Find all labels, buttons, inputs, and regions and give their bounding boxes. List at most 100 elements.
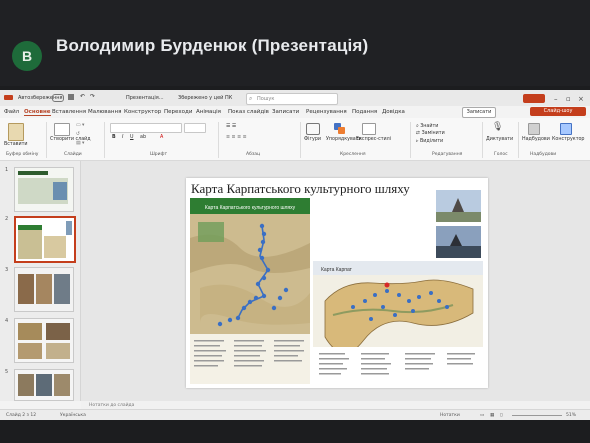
designer-label[interactable]: Конструктор <box>552 137 584 142</box>
group-voice: Голос <box>494 152 508 157</box>
tab-slideshow[interactable]: Показ слайдів <box>228 109 269 115</box>
slide-thumbnail-4[interactable] <box>14 318 74 363</box>
tab-home[interactable]: Основне <box>24 109 51 116</box>
ribbon-tabs: Файл Основне Вставлення Малювання Констр… <box>0 106 590 118</box>
notes-placeholder: Нотатки до слайда <box>89 403 135 408</box>
font-name-select[interactable] <box>110 123 182 133</box>
group-font: Шрифт <box>150 152 168 157</box>
addins-icon[interactable] <box>528 123 540 135</box>
tab-animations[interactable]: Анімація <box>196 109 221 115</box>
status-bar: Слайд 2 з 12 Українська Нотатки ▭ ▦ ▯ 51… <box>0 409 590 420</box>
notes-pane[interactable]: Нотатки до слайда <box>81 401 590 409</box>
file-name: Презентація... <box>126 95 164 101</box>
photo-collage[interactable] <box>436 190 481 258</box>
redo-icon[interactable]: ↷ <box>90 93 95 100</box>
right-regional-map[interactable]: Карта Карпат <box>313 261 483 384</box>
tab-draw[interactable]: Малювання <box>88 109 121 115</box>
reset-button[interactable]: ↺ <box>76 132 80 137</box>
zoom-level[interactable]: 51% <box>566 413 576 418</box>
select-button[interactable]: ▹ Виділити <box>416 139 443 144</box>
quick-styles-label[interactable]: Експрес-стилі <box>356 137 391 142</box>
thumbnail-preview <box>16 218 74 261</box>
new-slide-icon[interactable] <box>54 123 70 136</box>
autosave-toggle[interactable] <box>52 94 64 102</box>
maximize-icon[interactable]: ▫ <box>566 95 571 103</box>
left-map-header: Карта Карпатського культурного шляху <box>205 205 296 211</box>
thumb-number: 1 <box>5 167 9 173</box>
slide-thumbnail-2-selected[interactable] <box>14 216 76 263</box>
tab-help[interactable]: Довідка <box>382 109 405 115</box>
notes-toggle[interactable]: Нотатки <box>440 413 460 418</box>
slide-title[interactable]: Карта Карпатського культурного шляху <box>191 181 410 197</box>
search-input[interactable]: ⌕ Пошук <box>246 93 338 105</box>
addins-label[interactable]: Надбудови <box>522 137 550 142</box>
section-dropdown[interactable]: ▤ ▾ <box>76 141 84 146</box>
tab-review[interactable]: Рецензування <box>306 109 347 115</box>
strikethrough-button[interactable]: ab <box>140 135 146 140</box>
right-map-header: Карта Карпат <box>321 267 353 273</box>
thumb-number: 3 <box>5 267 9 273</box>
paste-label[interactable]: Вставити <box>4 142 28 147</box>
minimize-icon[interactable]: – <box>554 95 558 103</box>
shapes-label[interactable]: Фігури <box>304 137 321 142</box>
search-placeholder: Пошук <box>257 96 275 102</box>
slide-thumbnail-5[interactable] <box>14 369 74 401</box>
language-indicator[interactable]: Українська <box>60 413 86 418</box>
close-icon[interactable]: × <box>578 95 584 103</box>
saved-state[interactable]: Збережено у цей ПК <box>178 95 232 101</box>
app-icon <box>4 95 13 100</box>
slide-counter: Слайд 2 з 12 <box>6 413 37 418</box>
tab-record[interactable]: Записати <box>272 109 299 115</box>
zoom-slider[interactable] <box>512 415 562 416</box>
bullets-button[interactable]: ☰ ☰ <box>226 124 236 129</box>
search-icon: ⌕ <box>249 95 253 102</box>
ribbon-divider <box>104 122 105 158</box>
font-color-button[interactable]: A <box>160 135 163 140</box>
shapes-icon[interactable] <box>306 123 320 135</box>
undo-icon[interactable]: ↶ <box>80 93 85 100</box>
dictate-label[interactable]: Диктувати <box>486 137 513 142</box>
tab-design[interactable]: Конструктор <box>124 109 161 115</box>
tab-view[interactable]: Подання <box>352 109 377 115</box>
designer-icon[interactable] <box>560 123 572 135</box>
meet-header: В Володимир Бурденюк (Презентація) <box>0 0 590 86</box>
quick-styles-icon[interactable] <box>362 123 376 135</box>
left-route-map[interactable]: Карта Карпатського культурного шляху <box>190 198 310 384</box>
thumb-number: 5 <box>5 369 9 375</box>
ribbon-divider <box>518 122 519 158</box>
find-label: Знайти <box>420 124 439 129</box>
microphone-icon[interactable]: 🎙 <box>492 122 503 132</box>
arrange-icon-2 <box>338 127 345 134</box>
slide-thumbnail-3[interactable] <box>14 267 74 312</box>
underline-button[interactable]: U <box>130 135 134 140</box>
align-buttons[interactable]: ≡ ≡ ≡ ≡ <box>226 135 247 140</box>
tab-file[interactable]: Файл <box>4 109 19 115</box>
user-button[interactable] <box>523 94 545 103</box>
find-button[interactable]: ⌕ Знайти <box>416 123 438 129</box>
view-normal-icon[interactable]: ▭ <box>480 413 484 418</box>
record-button[interactable]: Записати <box>462 107 496 118</box>
shared-screen: Автозбереження ↶ ↷ Презентація... Збереж… <box>0 90 590 420</box>
view-sorter-icon[interactable]: ▦ <box>490 413 494 418</box>
paste-icon[interactable] <box>8 123 24 141</box>
layout-dropdown[interactable]: ▭ ▾ <box>76 123 84 128</box>
slide-thumbnail-1[interactable] <box>14 167 74 212</box>
tab-transitions[interactable]: Переходи <box>164 109 192 115</box>
tab-insert[interactable]: Вставлення <box>52 109 86 115</box>
select-icon: ▹ <box>416 139 419 144</box>
italic-button[interactable]: I <box>122 135 123 140</box>
font-size-select[interactable] <box>184 123 206 133</box>
ribbon-divider <box>482 122 483 158</box>
group-paragraph: Абзац <box>246 152 261 157</box>
current-slide[interactable]: Карта Карпатського культурного шляху Кар… <box>186 178 488 388</box>
find-icon: ⌕ <box>416 124 419 129</box>
present-button[interactable]: Слайд-шоу <box>530 107 586 116</box>
save-icon[interactable] <box>68 94 74 100</box>
new-slide-label[interactable]: Створити слайд <box>50 137 91 142</box>
replace-button[interactable]: ⇄ Замінити <box>416 131 445 136</box>
slide-editing-area[interactable]: Карта Карпатського культурного шляху Кар… <box>81 161 590 401</box>
thumb-number: 4 <box>5 318 9 324</box>
view-reading-icon[interactable]: ▯ <box>500 413 502 418</box>
bold-button[interactable]: B <box>112 135 116 140</box>
group-clipboard: Буфер обміну <box>6 152 39 157</box>
